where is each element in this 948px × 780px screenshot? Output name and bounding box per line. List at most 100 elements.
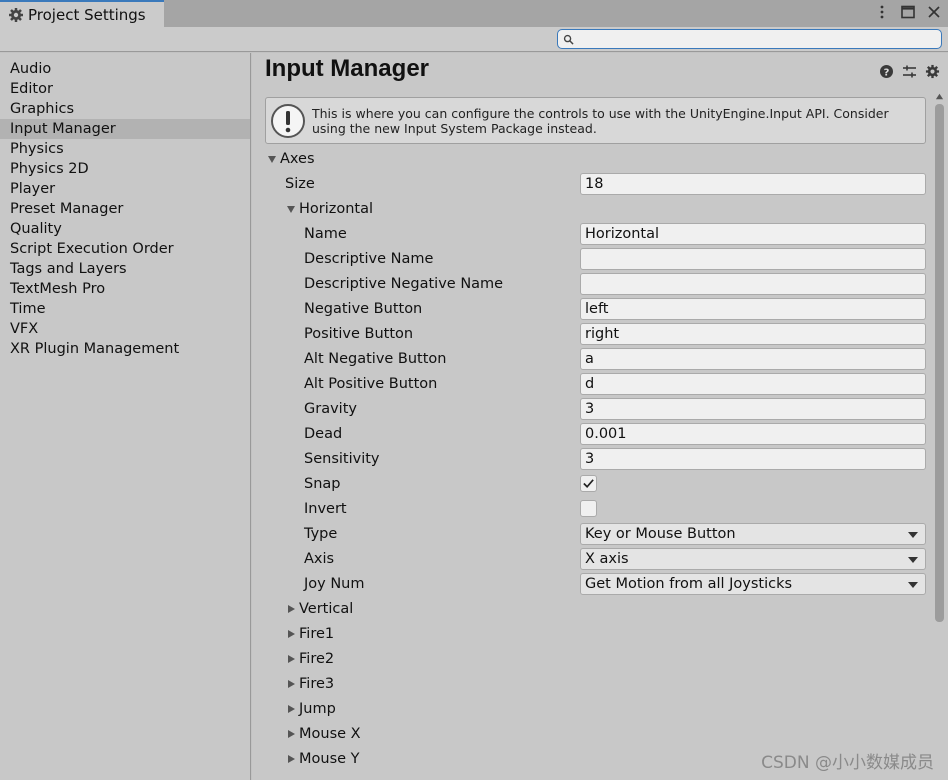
triangle-right-icon[interactable] — [285, 678, 297, 690]
triangle-down-icon[interactable] — [266, 153, 278, 165]
triangle-right-icon[interactable] — [285, 603, 297, 615]
alt-positive-button-label: Alt Positive Button — [304, 375, 438, 392]
invert-checkbox[interactable] — [580, 500, 597, 517]
search-icon — [563, 34, 574, 45]
gravity-field[interactable]: 3 — [580, 397, 926, 420]
gravity-label: Gravity — [304, 400, 357, 417]
sidebar-item-physics[interactable]: Physics — [0, 139, 250, 159]
settings-gear-icon[interactable] — [925, 64, 940, 79]
type-label: Type — [304, 525, 338, 542]
axis-foldout-fire1-label: Fire1 — [299, 625, 335, 642]
gear-icon — [8, 7, 24, 23]
axis-foldout-mouse-y[interactable]: Mouse Y — [285, 751, 360, 767]
joy-num-dropdown-value: Get Motion from all Joysticks — [585, 575, 793, 592]
axis-foldout-jump-label: Jump — [299, 700, 336, 717]
search-input[interactable] — [577, 32, 941, 46]
dead-field[interactable]: 0.001 — [580, 422, 926, 445]
axis-foldout-fire2[interactable]: Fire2 — [285, 651, 334, 667]
horizontal-foldout-label: Horizontal — [299, 200, 374, 217]
axis-foldout-fire1[interactable]: Fire1 — [285, 626, 334, 642]
watermark: CSDN @小小数媒成员 — [761, 753, 934, 773]
triangle-right-icon[interactable] — [285, 628, 297, 640]
help-icon[interactable]: ? — [879, 64, 894, 79]
close-icon[interactable] — [926, 4, 942, 20]
toolbar — [0, 27, 948, 52]
triangle-right-icon[interactable] — [285, 753, 297, 765]
positive-button-field[interactable]: right — [580, 322, 926, 345]
axis-foldout-mouse-y-label: Mouse Y — [299, 750, 360, 767]
alt-positive-button-field[interactable]: d — [580, 372, 926, 395]
sidebar-item-audio[interactable]: Audio — [0, 59, 250, 79]
horizontal-foldout[interactable]: Horizontal — [285, 201, 373, 217]
sidebar-item-time[interactable]: Time — [0, 299, 250, 319]
sidebar-item-vfx[interactable]: VFX — [0, 319, 250, 339]
negative-button-field[interactable]: left — [580, 297, 926, 320]
axis-foldout-mouse-x-label: Mouse X — [299, 725, 361, 742]
name-field[interactable]: Horizontal — [580, 222, 926, 245]
sidebar-item-graphics[interactable]: Graphics — [0, 99, 250, 119]
sidebar-item-player[interactable]: Player — [0, 179, 250, 199]
dropdown-arrow-icon — [908, 531, 918, 538]
tab-project-settings[interactable]: Project Settings — [0, 0, 164, 27]
size-label: Size — [285, 175, 315, 192]
axis-foldout-fire2-label: Fire2 — [299, 650, 335, 667]
page-title: Input Manager — [265, 55, 430, 82]
joy-num-dropdown[interactable]: Get Motion from all Joysticks — [580, 572, 926, 595]
alt-negative-button-label: Alt Negative Button — [304, 350, 447, 367]
sidebar-item-xr-plugin-management[interactable]: XR Plugin Management — [0, 339, 250, 359]
presets-icon[interactable] — [902, 64, 917, 79]
triangle-down-icon[interactable] — [285, 203, 297, 215]
triangle-right-icon[interactable] — [285, 653, 297, 665]
axis-foldout-fire3[interactable]: Fire3 — [285, 676, 334, 692]
sidebar-item-physics-2d[interactable]: Physics 2D — [0, 159, 250, 179]
help-text: This is where you can configure the cont… — [312, 105, 889, 136]
axis-foldout-jump[interactable]: Jump — [285, 701, 336, 717]
descriptive-name-label: Descriptive Name — [304, 250, 434, 267]
type-dropdown[interactable]: Key or Mouse Button — [580, 522, 926, 545]
menu-dots-icon[interactable] — [874, 4, 890, 20]
search-box[interactable] — [557, 29, 942, 49]
svg-text:?: ? — [884, 67, 890, 78]
window-tabbar: Project Settings — [0, 0, 948, 27]
axis-foldout-vertical[interactable]: Vertical — [285, 601, 353, 617]
triangle-right-icon[interactable] — [285, 728, 297, 740]
sidebar-item-tags-and-layers[interactable]: Tags and Layers — [0, 259, 250, 279]
descriptive-name-field[interactable] — [580, 247, 926, 270]
snap-label: Snap — [304, 475, 341, 492]
scroll-thumb[interactable] — [935, 104, 944, 622]
dead-label: Dead — [304, 425, 343, 442]
type-dropdown-value: Key or Mouse Button — [585, 525, 736, 542]
checkmark-icon — [582, 477, 595, 490]
axis-dropdown-value: X axis — [585, 550, 629, 567]
axis-foldout-mouse-x[interactable]: Mouse X — [285, 726, 361, 742]
sensitivity-field[interactable]: 3 — [580, 447, 926, 470]
axes-foldout[interactable]: Axes — [266, 151, 315, 167]
sidebar: Audio Editor Graphics Input Manager Physics P… — [0, 53, 251, 780]
alt-negative-button-field[interactable]: a — [580, 347, 926, 370]
sidebar-item-preset-manager[interactable]: Preset Manager — [0, 199, 250, 219]
maximize-icon[interactable] — [900, 4, 916, 20]
sidebar-item-editor[interactable]: Editor — [0, 79, 250, 99]
triangle-right-icon[interactable] — [285, 703, 297, 715]
sidebar-item-quality[interactable]: Quality — [0, 219, 250, 239]
scroll-up-arrow-icon[interactable] — [933, 90, 945, 102]
sidebar-item-textmesh-pro[interactable]: TextMesh Pro — [0, 279, 250, 299]
dropdown-arrow-icon — [908, 556, 918, 563]
size-field[interactable]: 18 — [580, 172, 926, 195]
joy-num-label: Joy Num — [304, 575, 365, 592]
vertical-scrollbar[interactable] — [933, 90, 945, 780]
sidebar-list: Audio Editor Graphics Input Manager Physics P… — [0, 59, 250, 359]
axis-label: Axis — [304, 550, 335, 567]
axes-foldout-label: Axes — [280, 150, 315, 167]
negative-button-label: Negative Button — [304, 300, 423, 317]
warning-icon — [271, 103, 305, 138]
help-box: This is where you can configure the cont… — [265, 97, 926, 144]
sidebar-item-script-execution-order[interactable]: Script Execution Order — [0, 239, 250, 259]
sidebar-item-input-manager[interactable]: Input Manager — [0, 119, 250, 139]
descriptive-negative-name-field[interactable] — [580, 272, 926, 295]
sensitivity-label: Sensitivity — [304, 450, 380, 467]
snap-checkbox[interactable] — [580, 475, 597, 492]
dropdown-arrow-icon — [908, 581, 918, 588]
tab-title: Project Settings — [28, 5, 146, 24]
axis-dropdown[interactable]: X axis — [580, 547, 926, 570]
